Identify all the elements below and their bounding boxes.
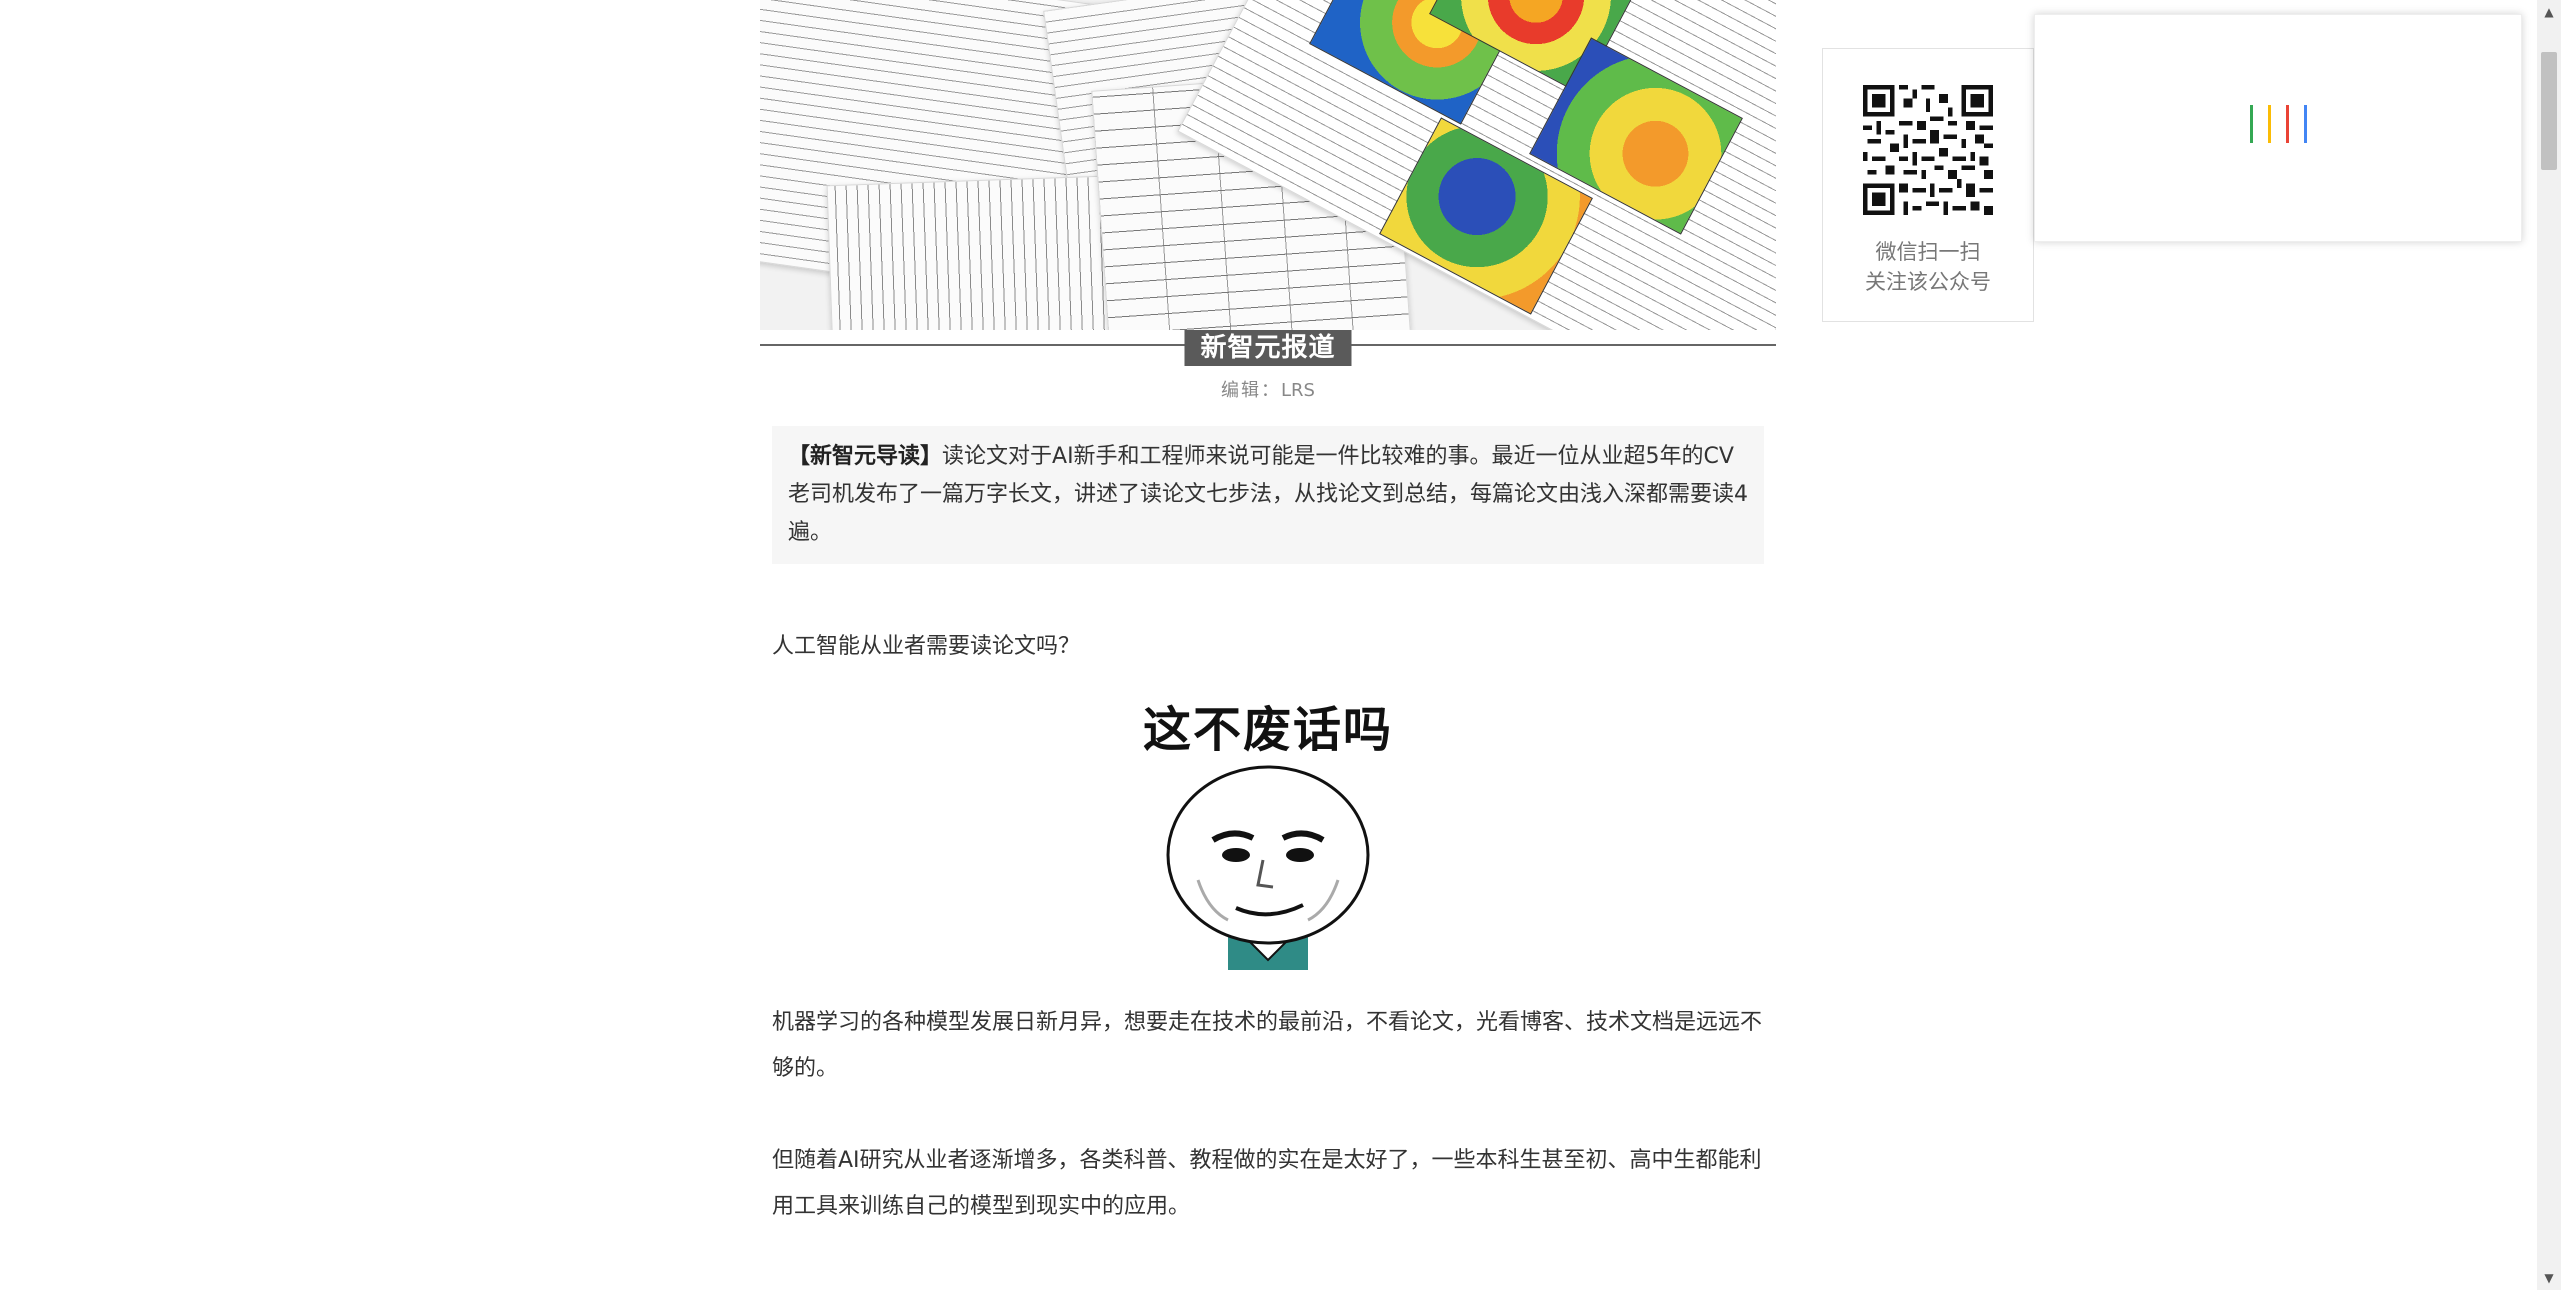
qr-caption-line1: 微信扫一扫 <box>1875 240 1981 264</box>
lead-box: 【新智元导读】读论文对于AI新手和工程师来说可能是一件比较难的事。最近一位从业超… <box>772 426 1764 564</box>
loader-bar <box>2286 105 2289 143</box>
loading-popup <box>2034 14 2522 242</box>
lead-title: 【新智元导读】 <box>788 444 943 469</box>
meme-face-icon <box>1166 765 1370 970</box>
question-paragraph: 人工智能从业者需要读论文吗？ <box>772 634 1081 659</box>
loader-bar <box>2268 105 2271 143</box>
paragraph-ai: 但随着AI研究从业者逐渐增多，各类科普、教程做的实在是太好了，一些本科生甚至初、… <box>772 1148 1762 1219</box>
cover-image <box>760 0 1776 330</box>
source-tag: 新智元报道 <box>1184 330 1352 366</box>
paragraph-ml: 机器学习的各种模型发展日新月异，想要走在技术的最前沿，不看论文，光看博客、技术文… <box>772 1010 1763 1081</box>
meme-image: 这不废话吗 <box>1118 690 1418 970</box>
meme-caption: 这不废话吗 <box>1142 702 1393 758</box>
qr-caption-line2: 关注该公众号 <box>1865 270 1991 294</box>
scroll-down-icon[interactable]: ▼ <box>2537 1266 2561 1290</box>
loader-bar <box>2304 105 2307 143</box>
paper-sheet <box>826 174 1136 330</box>
qr-code-icon[interactable] <box>1863 85 1993 215</box>
page: 新智元报道 编辑：LRS 【新智元导读】读论文对于AI新手和工程师来说可能是一件… <box>0 0 2561 1290</box>
editor-name: LRS <box>1281 380 1315 401</box>
editor-label: 编辑： <box>1221 380 1282 401</box>
loading-spinner-icon <box>2250 105 2310 145</box>
loader-bar <box>2250 105 2253 143</box>
scrollbar-thumb[interactable] <box>2541 52 2557 170</box>
scrollbar[interactable]: ▲ ▼ <box>2537 0 2561 1290</box>
scroll-up-icon[interactable]: ▲ <box>2537 0 2561 24</box>
editor-line: 编辑：LRS <box>760 376 1776 406</box>
qr-follow-box: 微信扫一扫 关注该公众号 <box>1822 48 2034 322</box>
article: 新智元报道 编辑：LRS 【新智元导读】读论文对于AI新手和工程师来说可能是一件… <box>760 0 1776 1230</box>
source-bar: 新智元报道 <box>760 330 1776 370</box>
